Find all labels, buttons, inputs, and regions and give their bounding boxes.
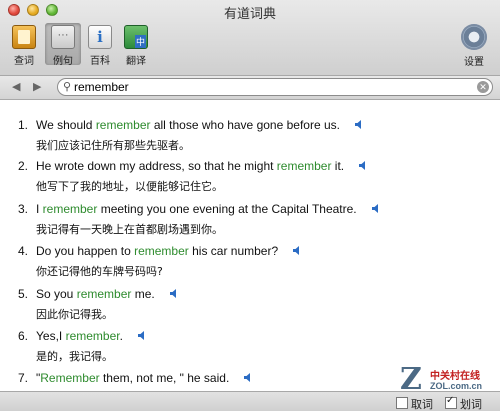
sentence-text: his car number? bbox=[188, 244, 279, 258]
item-number: 4. bbox=[18, 244, 29, 258]
sentence-chinese: 你还记得他的车牌号码吗? bbox=[36, 265, 163, 278]
sentence-chinese: 他写下了我的地址，以便能够记住它。 bbox=[36, 180, 223, 193]
tool-sentences[interactable]: 例句 bbox=[45, 23, 81, 67]
dictionary-icon bbox=[12, 25, 36, 49]
list-item: 5. So you remember me. 因此你记得我。 bbox=[18, 285, 488, 324]
title-toolbar: 有道词典 查词 例句 百科 翻译 设置 bbox=[0, 0, 500, 76]
speaker-icon[interactable] bbox=[358, 160, 369, 171]
sentence-text: We should bbox=[36, 118, 96, 132]
search-input[interactable] bbox=[74, 79, 469, 95]
item-number: 5. bbox=[18, 287, 29, 301]
watermark-url: ZOL.com.cn bbox=[430, 381, 483, 391]
zol-watermark-logo: Z 中关村在线 ZOL.com.cn bbox=[400, 362, 490, 402]
search-icon: ⚲ bbox=[63, 81, 72, 93]
zol-z-icon: Z bbox=[400, 362, 422, 397]
sentence-english: 3. I remember meeting you one evening at … bbox=[18, 200, 488, 218]
item-number: 1. bbox=[18, 118, 29, 132]
sentence-text: Do you happen to bbox=[36, 244, 135, 258]
tool-encyclopedia[interactable]: 百科 bbox=[82, 25, 118, 67]
settings-button[interactable]: 设置 bbox=[456, 24, 492, 68]
item-number: 2. bbox=[18, 159, 29, 173]
speaker-icon[interactable] bbox=[169, 288, 180, 299]
tool-sentences-label: 例句 bbox=[53, 56, 73, 67]
search-field: ⚲ ✕ bbox=[57, 78, 493, 96]
speaker-icon[interactable] bbox=[292, 245, 303, 256]
sentence-text: I bbox=[36, 202, 43, 216]
sentence-english: 2. He wrote down my address, so that he m… bbox=[18, 157, 488, 175]
sentence-english: 1. We should remember all those who have … bbox=[18, 116, 488, 134]
list-item: 1. We should remember all those who have … bbox=[18, 116, 488, 155]
settings-label: 设置 bbox=[464, 57, 484, 68]
keyword-highlight[interactable]: remember bbox=[77, 287, 132, 301]
keyword-highlight[interactable]: remember bbox=[277, 159, 332, 173]
sentence-english: 4. Do you happen to remember his car numb… bbox=[18, 242, 488, 260]
item-number: 6. bbox=[18, 329, 29, 343]
translate-icon bbox=[124, 25, 148, 49]
watermark-cn: 中关村在线 bbox=[430, 371, 480, 382]
sentence-text: He wrote down my address, so that he mig… bbox=[36, 159, 277, 173]
sentence-text: it. bbox=[331, 159, 345, 173]
forward-arrow-icon[interactable]: ▶ bbox=[33, 80, 41, 93]
back-arrow-icon[interactable]: ◀ bbox=[12, 80, 20, 93]
keyword-highlight[interactable]: remember bbox=[96, 118, 151, 132]
tool-translate-label: 翻译 bbox=[126, 56, 146, 67]
tool-encyclopedia-label: 百科 bbox=[90, 56, 110, 67]
sentence-english: 5. So you remember me. bbox=[18, 285, 488, 303]
sentence-text: . bbox=[119, 329, 123, 343]
tool-lookup[interactable]: 查词 bbox=[6, 25, 42, 67]
sentence-text: So you bbox=[36, 287, 77, 301]
keyword-highlight[interactable]: Remember bbox=[40, 371, 99, 385]
tool-translate[interactable]: 翻译 bbox=[118, 25, 154, 67]
speaker-icon[interactable] bbox=[354, 119, 365, 130]
keyword-highlight[interactable]: remember bbox=[66, 329, 120, 343]
item-number: 3. bbox=[18, 202, 29, 216]
speaker-icon[interactable] bbox=[243, 372, 254, 383]
app-window: 有道词典 查词 例句 百科 翻译 设置 ◀ ▶ ⚲ ✕ bbox=[0, 0, 500, 411]
sentence-chinese: 我记得有一天晚上在首都剧场遇到你。 bbox=[36, 223, 223, 236]
gear-icon bbox=[461, 24, 487, 50]
sentence-text: Yes,I bbox=[36, 329, 66, 343]
speaker-icon[interactable] bbox=[371, 203, 382, 214]
clear-search-icon[interactable]: ✕ bbox=[477, 81, 489, 93]
encyclopedia-icon bbox=[88, 25, 112, 49]
sentence-bubble-icon bbox=[51, 25, 75, 49]
list-item: 2. He wrote down my address, so that he m… bbox=[18, 157, 488, 196]
tool-lookup-label: 查词 bbox=[14, 56, 34, 67]
item-number: 7. bbox=[18, 371, 29, 385]
list-item: 3. I remember meeting you one evening at … bbox=[18, 200, 488, 239]
speaker-icon[interactable] bbox=[137, 330, 148, 341]
sentence-text: meeting you one evening at the Capital T… bbox=[97, 202, 357, 216]
sentence-list: 1. We should remember all those who have … bbox=[0, 100, 500, 391]
list-item: 6. Yes,I remember. 是的，我记得。 bbox=[18, 327, 488, 366]
sentence-text: me. bbox=[131, 287, 155, 301]
sentence-chinese: 因此你记得我。 bbox=[36, 308, 113, 321]
sentence-text: all those who have gone before us. bbox=[150, 118, 340, 132]
sentence-english: 6. Yes,I remember. bbox=[18, 327, 488, 345]
sentence-chinese: 我们应该记住所有那些先驱者。 bbox=[36, 139, 190, 152]
search-bar: ◀ ▶ ⚲ ✕ bbox=[0, 76, 500, 100]
keyword-highlight[interactable]: remember bbox=[134, 244, 189, 258]
sentence-text: them, not me, " he said. bbox=[99, 371, 230, 385]
list-item: 4. Do you happen to remember his car numb… bbox=[18, 242, 488, 281]
window-title: 有道词典 bbox=[223, 7, 276, 22]
keyword-highlight[interactable]: remember bbox=[43, 202, 98, 216]
